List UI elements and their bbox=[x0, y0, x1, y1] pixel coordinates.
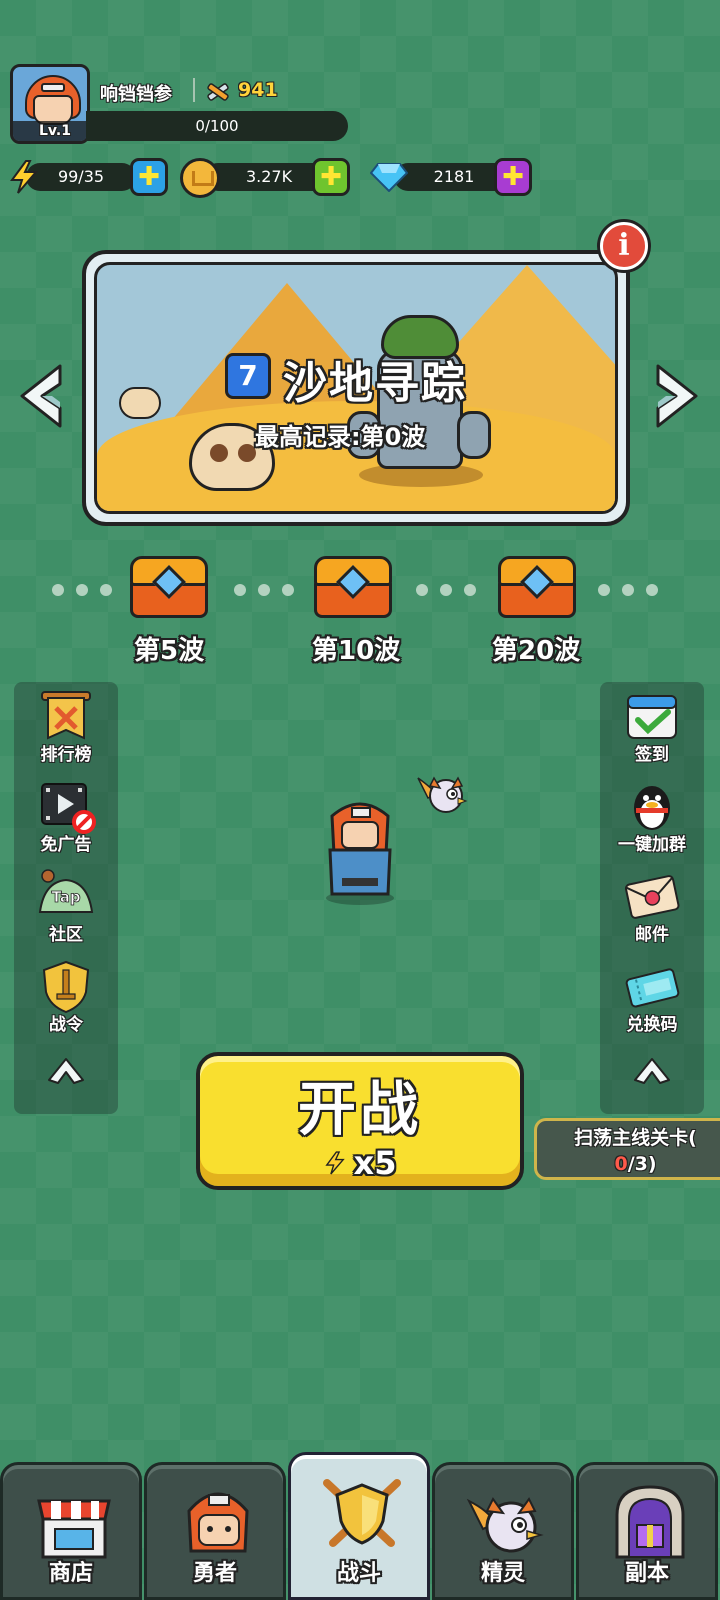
battle-shield-icon bbox=[323, 1479, 401, 1547]
join-group-button[interactable]: 一键加群 bbox=[600, 774, 704, 860]
shop-icon bbox=[37, 1499, 111, 1559]
tab-hero[interactable]: 勇者 bbox=[144, 1462, 286, 1600]
tab-battle[interactable]: 战斗 bbox=[288, 1452, 430, 1600]
join-group-label: 一键加群 bbox=[618, 835, 686, 855]
add-gold-button[interactable]: ✚ bbox=[312, 158, 350, 196]
tab-hero-label: 勇者 bbox=[192, 1561, 237, 1586]
tab-dungeon-label: 副本 bbox=[624, 1561, 669, 1586]
plus-icon: ✚ bbox=[320, 162, 342, 192]
sweep-label: 扫荡主线关卡( bbox=[574, 1127, 697, 1149]
ticket-icon bbox=[625, 968, 680, 1008]
start-battle-button[interactable]: 开战 x5 bbox=[196, 1052, 524, 1190]
stage-info-button[interactable]: i bbox=[600, 222, 648, 270]
hero-icon bbox=[187, 1492, 249, 1553]
taptap-mushroom-icon: Tap bbox=[38, 869, 94, 913]
lightning-bolt-icon bbox=[10, 160, 39, 194]
stage-card[interactable]: 7 沙地寻踪 最高记录:第0波 bbox=[82, 250, 630, 526]
lightning-bolt-icon bbox=[324, 1151, 345, 1175]
wave-10-label: 第10波 bbox=[312, 636, 401, 666]
sign-in-button[interactable]: 签到 bbox=[600, 684, 704, 770]
energy-value: 99/35 bbox=[26, 163, 136, 191]
dungeon-gate-icon bbox=[615, 1485, 685, 1559]
add-energy-button[interactable]: ✚ bbox=[130, 158, 168, 196]
small-skull-icon bbox=[119, 387, 161, 419]
qq-penguin-icon bbox=[634, 786, 670, 830]
wave-20-reward-chest[interactable] bbox=[498, 556, 576, 618]
shield-sword-icon bbox=[42, 960, 90, 1014]
left-side-menu: 排行榜 免广告 Tap 社区 战令 bbox=[14, 682, 118, 1114]
previous-stage-arrow-icon[interactable] bbox=[14, 360, 66, 432]
progress-dots bbox=[234, 584, 294, 596]
battle-energy-cost: x5 bbox=[353, 1144, 397, 1182]
bottom-navigation: 商店 勇者 战斗 精灵 副本 bbox=[0, 1452, 720, 1600]
no-ads-button[interactable]: 免广告 bbox=[14, 774, 118, 860]
wave-5-reward-chest[interactable] bbox=[130, 556, 208, 618]
collapse-up-arrow-icon[interactable] bbox=[46, 1056, 86, 1086]
redeem-code-button[interactable]: 兑换码 bbox=[600, 954, 704, 1040]
right-side-menu: 签到 一键加群 邮件 兑换码 bbox=[600, 682, 704, 1114]
battle-cost: x5 bbox=[324, 1144, 397, 1182]
gem-counter: 2181 ✚ bbox=[370, 158, 540, 196]
sweep-total-count: /3) bbox=[627, 1153, 657, 1175]
banner-swords-icon bbox=[41, 691, 91, 740]
experience-bar: 0/100 bbox=[86, 111, 348, 141]
battle-pass-label: 战令 bbox=[49, 1015, 83, 1035]
next-stage-arrow-icon[interactable] bbox=[652, 360, 704, 432]
mail-label: 邮件 bbox=[635, 925, 669, 945]
player-name: 响铛铛参 bbox=[100, 84, 172, 105]
tab-spirit[interactable]: 精灵 bbox=[432, 1462, 574, 1600]
leaderboard-button[interactable]: 排行榜 bbox=[14, 684, 118, 770]
community-button[interactable]: Tap 社区 bbox=[14, 864, 118, 950]
collapse-up-arrow-icon[interactable] bbox=[632, 1056, 672, 1086]
film-no-ads-icon bbox=[41, 783, 96, 834]
progress-dots bbox=[598, 584, 658, 596]
tap-logo-text: Tap bbox=[51, 888, 80, 906]
start-battle-label: 开战 bbox=[297, 1075, 422, 1143]
plus-icon: ✚ bbox=[138, 162, 160, 192]
gold-counter: 3.27K ✚ bbox=[180, 158, 360, 198]
no-ads-label: 免广告 bbox=[40, 835, 92, 855]
calendar-check-icon bbox=[627, 695, 677, 739]
redeem-code-label: 兑换码 bbox=[626, 1015, 678, 1035]
wave-10-reward-chest[interactable] bbox=[314, 556, 392, 618]
wave-5-label: 第5波 bbox=[134, 636, 205, 666]
combat-power-value: 941 bbox=[238, 79, 278, 101]
plus-icon: ✚ bbox=[502, 162, 524, 192]
player-level: Lv.1 bbox=[13, 121, 87, 141]
progress-dots bbox=[52, 584, 112, 596]
community-label: 社区 bbox=[49, 925, 83, 945]
avatar-headband bbox=[41, 83, 65, 92]
add-gems-button[interactable]: ✚ bbox=[494, 158, 532, 196]
mail-envelope-icon bbox=[624, 875, 680, 919]
battle-pass-button[interactable]: 战令 bbox=[14, 954, 118, 1040]
hero-character bbox=[326, 802, 394, 905]
sweep-count: 0/3) bbox=[537, 1151, 720, 1177]
stage-best-record: 最高记录:第0波 bbox=[255, 423, 426, 451]
tab-battle-label: 战斗 bbox=[336, 1561, 381, 1586]
stage-title: 沙地寻踪 bbox=[283, 358, 467, 409]
progress-dots bbox=[416, 584, 476, 596]
sweep-main-stages-button[interactable]: 扫荡主线关卡( 0/3) bbox=[534, 1118, 720, 1180]
gold-coin-icon bbox=[180, 158, 220, 198]
header-divider bbox=[193, 78, 195, 102]
sweep-used-count: 0 bbox=[614, 1153, 628, 1175]
wave-20-label: 第20波 bbox=[492, 636, 581, 666]
leaderboard-label: 排行榜 bbox=[40, 745, 92, 765]
tab-spirit-label: 精灵 bbox=[480, 1561, 525, 1586]
spirit-icon bbox=[466, 1497, 544, 1553]
tab-dungeon[interactable]: 副本 bbox=[576, 1462, 718, 1600]
sign-in-label: 签到 bbox=[635, 745, 669, 765]
diamond-icon bbox=[370, 163, 408, 192]
crossed-swords-icon bbox=[207, 83, 229, 101]
energy-counter: 99/35 ✚ bbox=[8, 158, 168, 196]
stage-number-badge: 7 bbox=[225, 353, 271, 399]
spirit-pet bbox=[417, 776, 468, 813]
mail-button[interactable]: 邮件 bbox=[600, 864, 704, 950]
stage-artwork: 7 沙地寻踪 最高记录:第0波 bbox=[94, 262, 618, 514]
tab-shop[interactable]: 商店 bbox=[0, 1462, 142, 1600]
tab-shop-label: 商店 bbox=[48, 1561, 93, 1586]
player-avatar[interactable]: Lv.1 bbox=[10, 64, 90, 144]
